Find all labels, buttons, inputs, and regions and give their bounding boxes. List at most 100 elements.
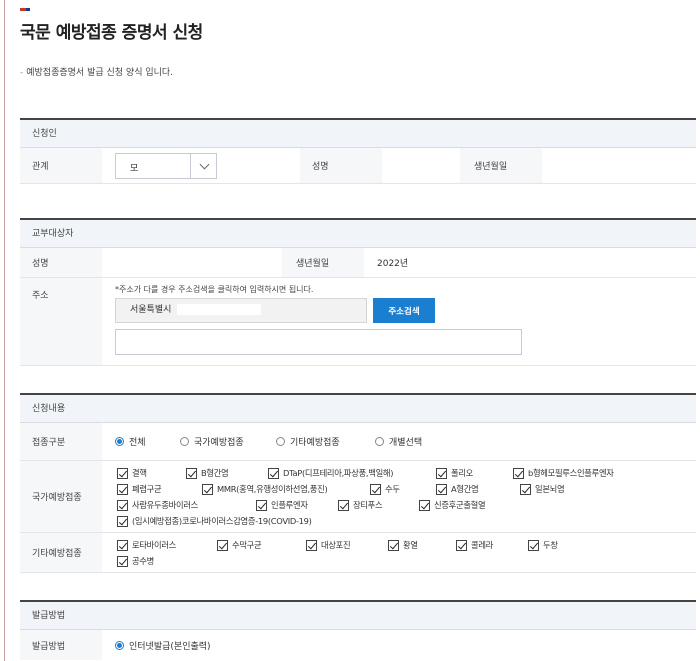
type-radio-label: 국가예방접종 xyxy=(194,438,244,448)
radio-checked-icon xyxy=(115,640,124,650)
other-vaccines-label: 기타예방접종 xyxy=(20,533,102,572)
checkbox-checked-icon xyxy=(456,539,467,551)
vaccine-label: 콜레라 xyxy=(471,540,493,550)
vaccine-label: 수막구균 xyxy=(232,540,262,550)
applicant-name-label: 성명 xyxy=(300,148,382,183)
vaccine-checkbox[interactable]: 수막구균 xyxy=(217,539,262,551)
checkbox-checked-icon xyxy=(388,539,399,551)
vaccine-checkbox[interactable]: 사람유두종바이러스 xyxy=(117,499,198,511)
checkbox-checked-icon xyxy=(117,499,128,511)
vaccine-label: 일본뇌염 xyxy=(535,484,565,494)
vaccine-checkbox[interactable]: B형간염 xyxy=(186,467,229,479)
recipient-birth-value: 2022년 xyxy=(377,259,409,269)
page-description: - 예방접종증명서 발급 신청 양식 입니다. xyxy=(20,68,174,78)
checkbox-checked-icon xyxy=(436,467,447,479)
type-radio-national[interactable]: 국가예방접종 xyxy=(180,423,244,460)
vaccine-checkbox[interactable]: 황열 xyxy=(388,539,418,551)
recipient-name-label: 성명 xyxy=(20,248,102,277)
vaccine-label: B형간염 xyxy=(201,468,229,478)
applicant-section-title: 신청인 xyxy=(20,118,696,148)
vaccine-checkbox[interactable]: 수두 xyxy=(370,483,400,495)
radio-unchecked-icon xyxy=(276,437,285,446)
checkbox-checked-icon xyxy=(202,483,213,495)
vaccine-checkbox[interactable]: 폴리오 xyxy=(436,467,473,479)
type-radio-label: 전체 xyxy=(129,438,146,448)
checkbox-checked-icon xyxy=(186,467,197,479)
issue-method-label: 발급방법 xyxy=(20,630,102,660)
page-title: 국문 예방접종 증명서 신청 xyxy=(20,23,203,43)
vaccine-label: 황열 xyxy=(403,540,418,550)
vaccine-label: A형간염 xyxy=(451,484,479,494)
vaccine-checkbox[interactable]: 대상포진 xyxy=(306,539,351,551)
checkbox-checked-icon xyxy=(370,483,381,495)
vaccine-checkbox[interactable]: 콜레라 xyxy=(456,539,493,551)
address-input[interactable]: 서울특별시 xyxy=(115,298,367,323)
vaccine-checkbox[interactable]: 신증후군출혈열 xyxy=(419,499,486,511)
vaccine-checkbox[interactable]: b형헤모필루스인플루엔자 xyxy=(513,467,614,479)
vaccine-label: 결핵 xyxy=(132,468,147,478)
vaccine-checkbox[interactable]: A형간염 xyxy=(436,483,479,495)
recipient-address-row: 주소 *주소가 다를 경우 주소검색을 클릭하여 입력하시면 됩니다. 서울특별… xyxy=(20,278,696,366)
vaccine-checkbox[interactable]: 로타바이러스 xyxy=(117,539,176,551)
applicant-birth-label: 생년월일 xyxy=(460,148,542,183)
vaccine-label: 로타바이러스 xyxy=(132,540,176,550)
vaccine-checkbox[interactable]: 공수병 xyxy=(117,555,154,567)
request-section: 신청내용 접종구분 전체 국가예방접종 기타예방접종 개별선택 국가예방접종 결… xyxy=(20,393,696,573)
checkbox-checked-icon xyxy=(117,515,128,527)
relation-selected-value: 모 xyxy=(130,164,139,174)
checkbox-checked-icon xyxy=(338,499,349,511)
vaccine-checkbox[interactable]: DTaP(디프테리아,파상풍,백일해) xyxy=(268,467,393,479)
checkbox-checked-icon xyxy=(117,483,128,495)
radio-unchecked-icon xyxy=(180,437,189,446)
vaccine-checkbox[interactable]: 장티푸스 xyxy=(338,499,383,511)
request-section-title: 신청내용 xyxy=(20,393,696,423)
applicant-section: 신청인 관계 모 성명 생년월일 xyxy=(20,118,696,184)
checkbox-checked-icon xyxy=(528,539,539,551)
checkbox-checked-icon xyxy=(117,555,128,567)
vaccine-label: (임시예방접종)코로나바이러스감염증-19(COVID-19) xyxy=(132,516,312,526)
address-search-button[interactable]: 주소검색 xyxy=(373,298,435,323)
address-redacted-block xyxy=(177,304,262,315)
vaccine-label: 인플루엔자 xyxy=(271,500,308,510)
vaccine-label: 수두 xyxy=(385,484,400,494)
applicant-name-field[interactable] xyxy=(382,152,460,180)
vaccine-checkbox[interactable]: MMR(홍역,유행성이하선염,풍진) xyxy=(202,483,328,495)
applicant-row: 관계 모 성명 생년월일 xyxy=(20,148,696,184)
relation-label: 관계 xyxy=(20,148,102,183)
checkbox-checked-icon xyxy=(117,467,128,479)
checkbox-checked-icon xyxy=(217,539,228,551)
vaccine-label: MMR(홍역,유행성이하선염,풍진) xyxy=(217,484,328,494)
address-detail-input[interactable] xyxy=(115,329,522,355)
relation-select[interactable]: 모 xyxy=(115,153,217,179)
vaccine-checkbox[interactable]: 두창 xyxy=(528,539,558,551)
address-note: *주소가 다를 경우 주소검색을 클릭하여 입력하시면 됩니다. xyxy=(115,285,314,294)
issue-section: 발급방법 발급방법 인터넷발급(본인출력) xyxy=(20,600,696,660)
vaccine-checkbox[interactable]: 폐렴구균 xyxy=(117,483,162,495)
vaccine-checkbox[interactable]: 일본뇌염 xyxy=(520,483,565,495)
radio-unchecked-icon xyxy=(375,437,384,446)
checkbox-checked-icon xyxy=(513,467,524,479)
issue-method-row: 발급방법 인터넷발급(본인출력) xyxy=(20,630,696,660)
vaccine-checkbox[interactable]: (임시예방접종)코로나바이러스감염증-19(COVID-19) xyxy=(117,515,312,527)
vaccine-label: 대상포진 xyxy=(321,540,351,550)
vaccine-label: 장티푸스 xyxy=(353,500,383,510)
vaccine-label: 신증후군출혈열 xyxy=(434,500,486,510)
type-radio-all[interactable]: 전체 xyxy=(115,423,146,460)
national-vaccines-row: 국가예방접종 결핵 B형간염 DTaP(디프테리아,파상풍,백일해) 폴리오 b… xyxy=(20,461,696,533)
type-radio-individual[interactable]: 개별선택 xyxy=(375,423,422,460)
checkbox-checked-icon xyxy=(419,499,430,511)
checkbox-checked-icon xyxy=(306,539,317,551)
issue-method-radio[interactable]: 인터넷발급(본인출력) xyxy=(115,630,211,660)
vaccine-label: 폐렴구균 xyxy=(132,484,162,494)
vaccine-label: 사람유두종바이러스 xyxy=(132,500,198,510)
recipient-name-row: 성명 생년월일 2022년 xyxy=(20,248,696,278)
recipient-section-title: 교부대상자 xyxy=(20,218,696,248)
address-value: 서울특별시 xyxy=(130,305,172,315)
vaccine-label: DTaP(디프테리아,파상풍,백일해) xyxy=(283,468,394,478)
type-radio-label: 기타예방접종 xyxy=(290,438,340,448)
vaccine-checkbox[interactable]: 결핵 xyxy=(117,467,147,479)
vaccine-checkbox[interactable]: 인플루엔자 xyxy=(256,499,308,511)
type-radio-other[interactable]: 기타예방접종 xyxy=(276,423,340,460)
radio-checked-icon xyxy=(115,437,124,446)
checkbox-checked-icon xyxy=(117,539,128,551)
